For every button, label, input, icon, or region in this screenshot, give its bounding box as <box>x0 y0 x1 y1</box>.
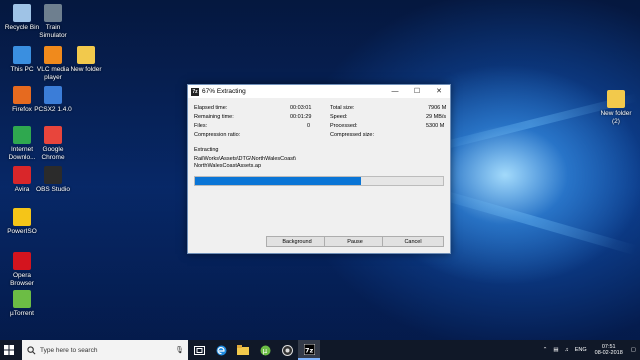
task-view-icon[interactable] <box>188 340 210 360</box>
desktop-icon-label: µTorrent <box>10 310 34 317</box>
elapsed-label: Elapsed time: <box>194 105 228 111</box>
light-beam <box>422 184 638 256</box>
desktop-icon[interactable]: Train Simulator <box>33 4 73 39</box>
vlc-icon <box>44 46 62 64</box>
windows-logo-icon <box>4 345 14 355</box>
minimize-button[interactable]: — <box>384 85 406 98</box>
edge-icon[interactable] <box>210 340 232 360</box>
this-pc-icon <box>13 46 31 64</box>
desktop-icon[interactable]: OBS Studio <box>33 166 73 194</box>
desktop-icon[interactable]: Google Chrome <box>33 126 73 161</box>
utorrent-taskbar-icon[interactable]: µ <box>254 340 276 360</box>
pcsx2-icon <box>44 86 62 104</box>
desktop-icon-label: New folder (2) <box>600 110 632 125</box>
desktop-icon[interactable]: PowerISO <box>2 208 42 236</box>
total-size-value: 7906 M <box>428 105 447 111</box>
idm-icon <box>13 126 31 144</box>
firefox-icon <box>13 86 31 104</box>
title-bar[interactable]: 7z 67% Extracting — ☐ ✕ <box>188 85 450 98</box>
elapsed-value: 00:03:01 <box>290 105 312 111</box>
chrome-icon <box>44 126 62 144</box>
progress-bar <box>194 176 444 186</box>
start-button[interactable] <box>0 340 18 360</box>
obs-taskbar-icon[interactable] <box>276 340 298 360</box>
processed-label: Processed: <box>330 123 358 129</box>
extraction-dialog: 7z 67% Extracting — ☐ ✕ Elapsed time: 00… <box>187 84 451 254</box>
search-box[interactable]: Type here to search 🎙 <box>22 340 188 360</box>
svg-text:7z: 7z <box>305 346 314 354</box>
files-label: Files: <box>194 123 208 129</box>
desktop-icon[interactable]: New folder <box>66 46 106 74</box>
desktop-icon-label: PowerISO <box>7 228 37 235</box>
tray-chevron-icon[interactable]: ⌃ <box>543 347 548 353</box>
progress-fill <box>195 177 362 185</box>
opera-icon <box>13 252 31 270</box>
desktop-icon-label: PCSX2 1.4.0 <box>34 106 72 113</box>
desktop-icon[interactable]: New folder (2) <box>596 90 636 125</box>
compressed-size-label: Compressed size: <box>330 132 375 138</box>
remaining-value: 00:01:29 <box>290 114 312 120</box>
folder-icon <box>607 90 625 108</box>
background-button[interactable]: Background <box>266 236 328 247</box>
notification-icon[interactable]: ▢ <box>631 347 636 353</box>
speed-value: 29 MB/s <box>426 114 447 120</box>
file-path-line1: RailWorks\Assets\DTG\NorthWalesCoast\ <box>194 156 297 162</box>
train-simulator-icon <box>44 4 62 22</box>
desktop-icon-label: Train Simulator <box>39 24 67 39</box>
maximize-button[interactable]: ☐ <box>406 85 428 98</box>
7zip-taskbar-icon[interactable]: 7z <box>298 340 320 360</box>
folder-icon <box>77 46 95 64</box>
ratio-label: Compression ratio: <box>194 132 241 138</box>
language-indicator[interactable]: ENG <box>575 347 587 353</box>
search-placeholder: Type here to search <box>40 346 98 354</box>
volume-icon[interactable]: ♫ <box>565 347 569 353</box>
poweriso-icon <box>13 208 31 226</box>
extracting-label: Extracting <box>194 147 219 153</box>
desktop-icon-label: Google Chrome <box>41 146 65 161</box>
total-size-label: Total size: <box>330 105 355 111</box>
desktop-icon-label: OBS Studio <box>36 186 70 193</box>
desktop-icon[interactable]: µTorrent <box>2 290 42 318</box>
file-explorer-icon[interactable] <box>232 340 254 360</box>
clock[interactable]: 07:51 08-02-2018 <box>595 344 623 356</box>
remaining-label: Remaining time: <box>194 114 234 120</box>
obs-icon <box>44 166 62 184</box>
speed-label: Speed: <box>330 114 348 120</box>
desktop-icon-label: New folder <box>70 66 102 73</box>
search-icon <box>27 345 36 354</box>
7zip-icon: 7z <box>191 87 199 96</box>
desktop-icon[interactable]: Opera Browser <box>2 252 42 287</box>
desktop-icon[interactable]: PCSX2 1.4.0 <box>33 86 73 114</box>
microphone-icon[interactable]: 🎙 <box>175 346 184 354</box>
file-path-line2: NorthWalesCoastAssets.ap <box>194 163 262 169</box>
close-button[interactable]: ✕ <box>428 85 450 98</box>
taskbar: Type here to search 🎙 µ 7z ⌃ ▤ ♫ ENG 07:… <box>0 340 640 360</box>
desktop-icon-label: Opera Browser <box>10 272 34 287</box>
files-value: 0 <box>307 123 311 129</box>
processed-value: 5300 M <box>426 123 445 129</box>
clock-date: 08-02-2018 <box>594 350 623 356</box>
network-icon[interactable]: ▤ <box>553 347 558 353</box>
avira-icon <box>13 166 31 184</box>
svg-text:µ: µ <box>262 347 267 355</box>
cancel-button[interactable]: Cancel <box>382 236 444 247</box>
pause-button[interactable]: Pause <box>324 236 386 247</box>
window-title: 67% Extracting <box>202 88 246 95</box>
utorrent-icon <box>13 290 31 308</box>
recycle-bin-icon <box>13 4 31 22</box>
